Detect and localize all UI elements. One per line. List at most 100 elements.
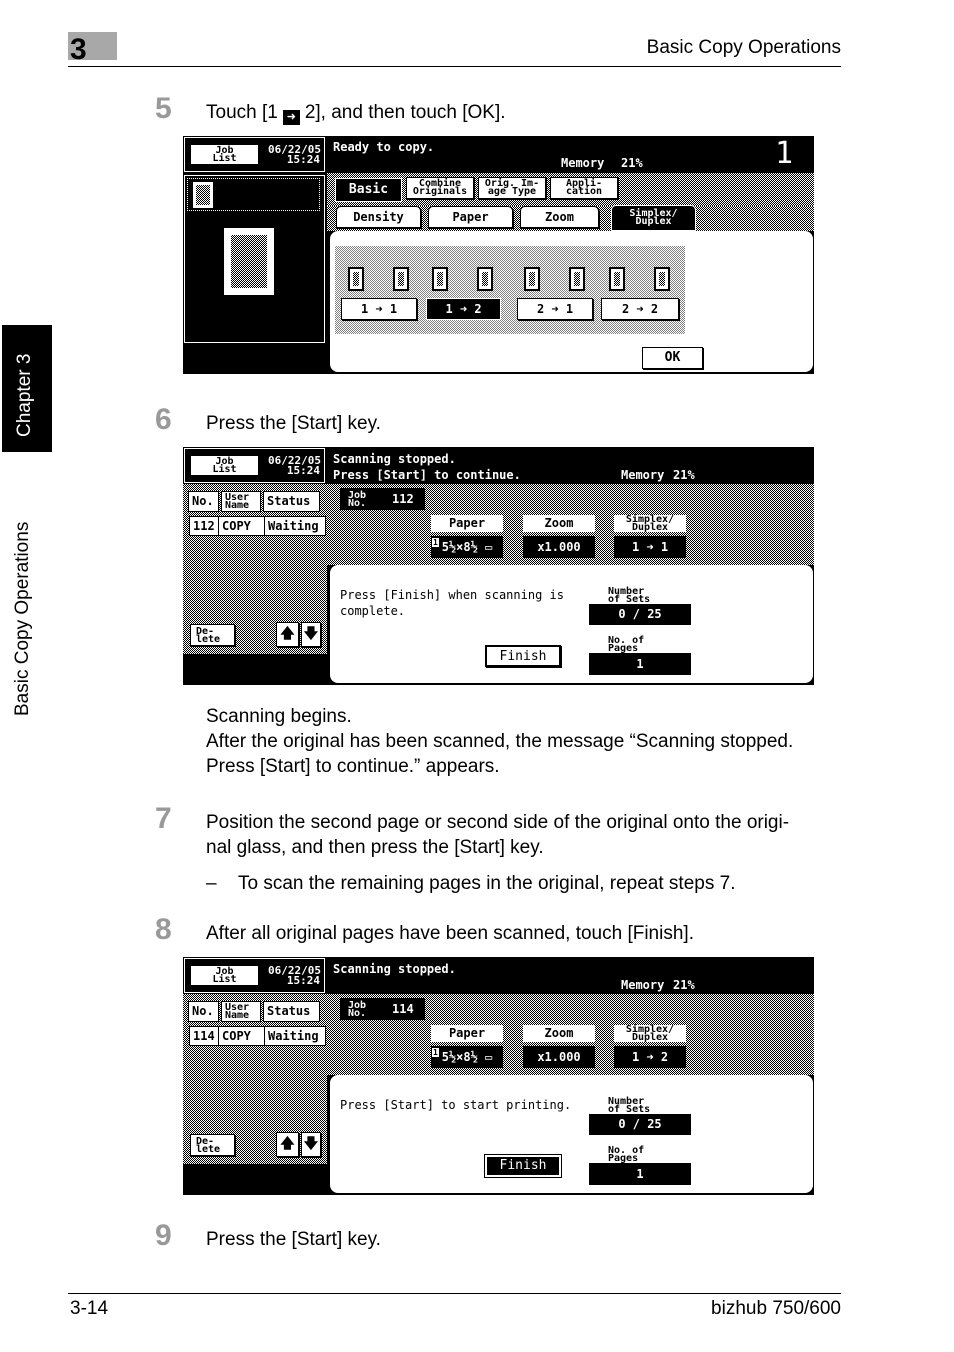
step-number: 7 bbox=[155, 802, 172, 835]
duplex-arrow-icon: ➜ bbox=[282, 110, 300, 125]
step-text-part: Touch [1 bbox=[206, 102, 278, 123]
subtab-simplex-duplex[interactable]: Simplex/Duplex bbox=[611, 205, 696, 231]
job-row-status[interactable]: Waiting bbox=[264, 1026, 326, 1046]
step-number: 9 bbox=[155, 1219, 172, 1252]
step-number: 6 bbox=[155, 403, 172, 436]
step-text: Press the [Start] key. bbox=[206, 413, 381, 434]
option-1-to-1-button[interactable]: 1 ➜ 1 bbox=[341, 298, 417, 320]
step-text: Press the [Start] key. bbox=[206, 1229, 381, 1250]
delete-button[interactable]: De-lete bbox=[190, 1134, 235, 1156]
memory-value: 21% bbox=[621, 156, 643, 170]
job-no: 112 bbox=[392, 492, 414, 506]
tab-orig-image-type[interactable]: Orig. Im-age Type bbox=[478, 177, 546, 199]
message-panel bbox=[330, 1075, 813, 1193]
number-of-pages-value: 1 bbox=[589, 653, 691, 675]
step-number: 5 bbox=[155, 92, 172, 125]
product-name: bizhub 750/600 bbox=[711, 1298, 841, 1319]
copier-screen-ready-to-print: Job List 06/22/05 15:24 No. User Name Statu… bbox=[183, 957, 814, 1195]
paper-value: 1 5½×8½ ▭ bbox=[431, 536, 503, 558]
column-header-no: No. bbox=[188, 491, 219, 512]
datetime: 06/22/05 15:24 bbox=[268, 964, 321, 987]
step-text-part: 2], and then touch [OK]. bbox=[304, 102, 506, 123]
job-list-button[interactable]: Job List bbox=[190, 144, 259, 165]
step-note: Scanning begins. bbox=[206, 706, 352, 727]
document-preview-icon bbox=[224, 228, 274, 295]
job-list-button[interactable]: Job List bbox=[190, 965, 259, 986]
status-message: Scanning stopped. Press [Start] to contin… bbox=[333, 452, 521, 482]
instruction-message: Press [Finish] when scanning is complete. bbox=[340, 588, 564, 618]
step-text: After all original pages have been scann… bbox=[206, 923, 694, 944]
job-no-label: Job No. bbox=[348, 1000, 367, 1019]
datetime: 06/22/05 15:24 bbox=[268, 143, 321, 166]
simplex-duplex-value: 1 ➜ 1 bbox=[614, 536, 686, 558]
header-title: Basic Copy Operations bbox=[646, 37, 841, 58]
tab-combine-originals[interactable]: Combine Originals bbox=[406, 177, 474, 199]
delete-button[interactable]: De-lete bbox=[190, 624, 235, 646]
job-row-user[interactable]: COPY bbox=[218, 1026, 265, 1046]
subtab-zoom[interactable]: Zoom bbox=[520, 206, 599, 228]
zoom-value: x1.000 bbox=[523, 1046, 595, 1068]
number-of-pages-value: 1 bbox=[589, 1163, 691, 1185]
paper-label: Paper bbox=[431, 1025, 503, 1042]
memory-label: Memory bbox=[561, 156, 605, 170]
copier-screen-ready: Job List 06/22/05 15:24 Ready to copy. Mem… bbox=[183, 136, 814, 374]
job-row-user[interactable]: COPY bbox=[218, 516, 265, 536]
paper-label: Paper bbox=[431, 515, 503, 532]
job-list-button[interactable]: Job List bbox=[190, 455, 259, 476]
step-note: After the original has been scanned, the… bbox=[206, 731, 794, 752]
message-panel bbox=[330, 565, 813, 683]
zoom-label: Zoom bbox=[523, 515, 595, 532]
option-2-to-1-button[interactable]: 2 ➜ 1 bbox=[517, 298, 593, 320]
column-header-user-name: User Name bbox=[221, 1001, 261, 1022]
copier-screen-scanning-stopped: Job List 06/22/05 15:24 No. User Name Statu… bbox=[183, 447, 814, 685]
sub-step-text: To scan the remaining pages in the origi… bbox=[238, 873, 736, 894]
finish-button[interactable]: Finish bbox=[484, 1154, 562, 1178]
tab-basic[interactable]: Basic bbox=[335, 178, 402, 202]
job-row-no[interactable]: 112 bbox=[189, 516, 219, 536]
column-header-user-name: User Name bbox=[221, 491, 261, 512]
step-note: Press [Start] to continue.” appears. bbox=[206, 756, 500, 777]
chapter-number: 3 bbox=[70, 33, 87, 66]
finish-button[interactable]: Finish bbox=[485, 645, 561, 667]
scroll-down-button[interactable]: 🡇 bbox=[301, 1132, 321, 1157]
simplex-duplex-label: Simplex/Duplex bbox=[614, 1025, 686, 1043]
chapter-number-badge: 3 bbox=[68, 32, 117, 65]
job-row-status[interactable]: Waiting bbox=[264, 516, 326, 536]
status-message: Scanning stopped. bbox=[333, 962, 456, 976]
number-of-pages-label: No. of Pages bbox=[608, 635, 645, 654]
scroll-up-button[interactable]: 🡅 bbox=[276, 622, 299, 647]
simplex-duplex-label: Simplex/Duplex bbox=[614, 515, 686, 533]
tab-application[interactable]: Appli-cation bbox=[550, 177, 618, 199]
zoom-value: x1.000 bbox=[523, 536, 595, 558]
job-no-label: Job No. bbox=[348, 490, 367, 509]
number-of-pages-label: No. of Pages bbox=[608, 1145, 645, 1164]
subtab-paper[interactable]: Paper bbox=[428, 206, 513, 228]
memory-value: 21% bbox=[673, 978, 695, 992]
scroll-up-button[interactable]: 🡅 bbox=[276, 1132, 299, 1157]
memory-label: Memory bbox=[621, 468, 665, 482]
step-text: Touch [1 ➜ 2], and then touch [OK]. bbox=[206, 100, 506, 125]
column-header-no: No. bbox=[188, 1001, 219, 1022]
number-of-sets-value: 0 / 25 bbox=[589, 604, 691, 625]
simplex-duplex-value: 1 ➜ 2 bbox=[614, 1046, 686, 1068]
option-1-to-2-button[interactable]: 1 ➜ 2 bbox=[426, 298, 501, 320]
step-number: 8 bbox=[155, 913, 172, 946]
step-text: nal glass, and then press the [Start] ke… bbox=[206, 837, 544, 858]
memory-value: 21% bbox=[673, 468, 695, 482]
instruction-message: Press [Start] to start printing. bbox=[340, 1098, 572, 1112]
copy-count: 1 bbox=[775, 136, 794, 171]
sub-step-dash: – bbox=[206, 873, 217, 894]
side-section-label: Basic Copy Operations bbox=[12, 521, 33, 716]
number-of-sets-value: 0 / 25 bbox=[589, 1114, 691, 1135]
paper-value: 1 5½×8½ ▭ bbox=[431, 1046, 503, 1068]
option-2-to-2-button[interactable]: 2 ➜ 2 bbox=[601, 298, 679, 320]
side-chapter-tab: Chapter 3 bbox=[2, 325, 52, 452]
scroll-down-button[interactable]: 🡇 bbox=[301, 622, 321, 647]
job-no: 114 bbox=[392, 1002, 414, 1016]
subtab-density[interactable]: Density bbox=[336, 206, 421, 228]
ok-button[interactable]: OK bbox=[642, 347, 703, 369]
column-header-status: Status bbox=[263, 491, 320, 512]
column-header-status: Status bbox=[263, 1001, 320, 1022]
memory-label: Memory bbox=[621, 978, 665, 992]
job-row-no[interactable]: 114 bbox=[189, 1026, 219, 1046]
